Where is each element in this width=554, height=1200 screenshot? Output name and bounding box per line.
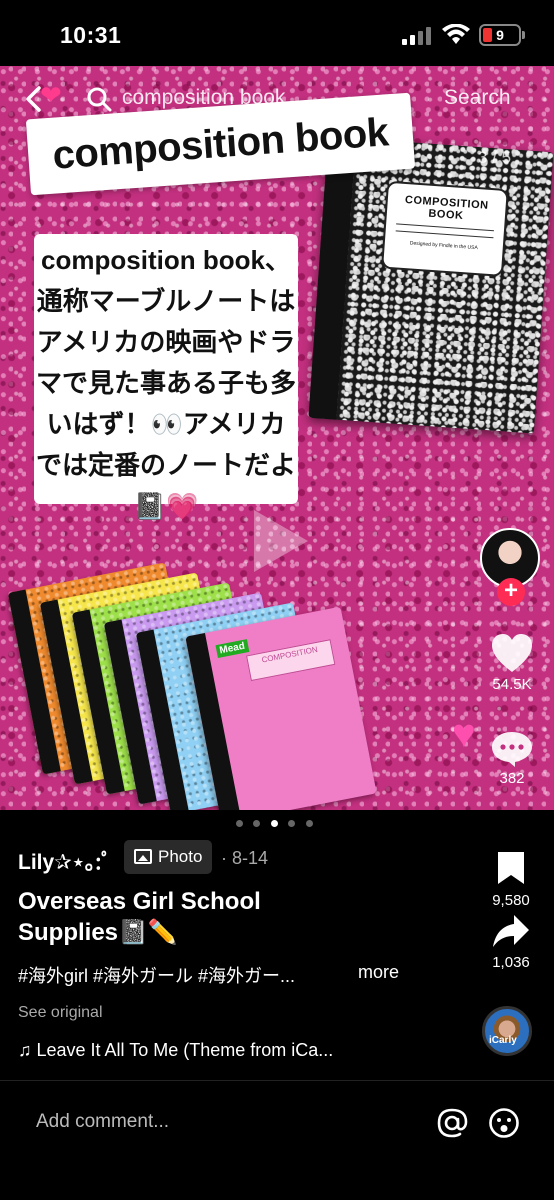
like-count: 54.5K (492, 676, 532, 693)
music-disc[interactable]: iCarly (482, 1006, 532, 1056)
carousel-dot[interactable] (288, 820, 296, 827)
comment-icon[interactable] (491, 730, 533, 768)
description-box: composition book、通称マーブルノートはアメリカの映画やドラマで見… (34, 234, 298, 521)
see-original-link[interactable]: See original (18, 1004, 103, 1022)
comment-bar: Add comment... (0, 1080, 554, 1200)
carousel-dot[interactable] (253, 820, 261, 827)
page-counter: 3 / 5 (478, 148, 512, 167)
photo-icon (134, 849, 152, 864)
hashtags[interactable]: #海外girl #海外ガール #海外ガー... (18, 962, 295, 988)
comment-input[interactable]: Add comment... (36, 1111, 169, 1133)
carousel-dot[interactable] (305, 820, 313, 827)
book-subtitle: Designed by Findle in the USA (409, 240, 478, 252)
share-icon[interactable] (492, 912, 530, 950)
emoji-icon[interactable] (488, 1107, 520, 1139)
share-count: 1,036 (492, 954, 530, 971)
author-name[interactable]: Lily✰⋆｡:ﾟ (18, 846, 112, 876)
heart-icon[interactable] (490, 632, 534, 674)
heart-decoration-icon: ♥ (452, 712, 476, 756)
book-label: COMPOSITION BOOK (404, 193, 489, 223)
comment-count: 382 (499, 770, 525, 787)
battery-level: 9 (496, 27, 504, 43)
post-info: Lily✰⋆｡:ﾟ Photo · 8-14 Overseas Girl Sch… (0, 830, 554, 1080)
notebook-pink: Mead COMPOSITION (185, 606, 377, 810)
search-button[interactable]: Search (444, 86, 511, 110)
hearts-decoration-icon: ❤ (40, 80, 62, 110)
play-icon[interactable] (248, 506, 312, 576)
music-track[interactable]: ♫ Leave It All To Me (Theme from iCa... (18, 1040, 333, 1061)
search-icon[interactable] (86, 86, 112, 112)
photo-badge: Photo (124, 840, 213, 874)
top-nav: ❤ composition book Search (0, 80, 554, 118)
status-bar: 10:31 9 (0, 0, 554, 66)
status-time: 10:31 (60, 22, 122, 48)
post-date: · 8-14 (221, 848, 269, 868)
cellular-signal-icon (402, 27, 432, 45)
more-link[interactable]: more (358, 962, 399, 983)
save-count: 9,580 (492, 892, 530, 909)
bookmark-icon[interactable] (496, 850, 526, 886)
carousel-dot-active[interactable] (270, 820, 278, 827)
at-icon[interactable] (436, 1107, 468, 1139)
carousel-dot[interactable] (236, 820, 243, 827)
follow-button[interactable]: + (497, 578, 525, 606)
post-title: Overseas Girl School Supplies📓✏️ (18, 888, 261, 946)
description-text: composition book、通称マーブルノートはアメリカの映画やドラマで見… (36, 245, 297, 521)
composition-book-image: COMPOSITION BOOK Designed by Findle in t… (308, 136, 554, 434)
notebook-label: COMPOSITION (246, 639, 336, 682)
post-image[interactable]: COMPOSITION BOOK Designed by Findle in t… (0, 66, 554, 810)
wifi-icon (442, 24, 470, 44)
carousel-dots[interactable] (236, 814, 319, 827)
photo-badge-label: Photo (158, 847, 203, 866)
search-input[interactable]: composition book (122, 86, 285, 110)
notebook-brand: Mead (215, 639, 249, 658)
battery-icon: 9 (479, 24, 521, 46)
